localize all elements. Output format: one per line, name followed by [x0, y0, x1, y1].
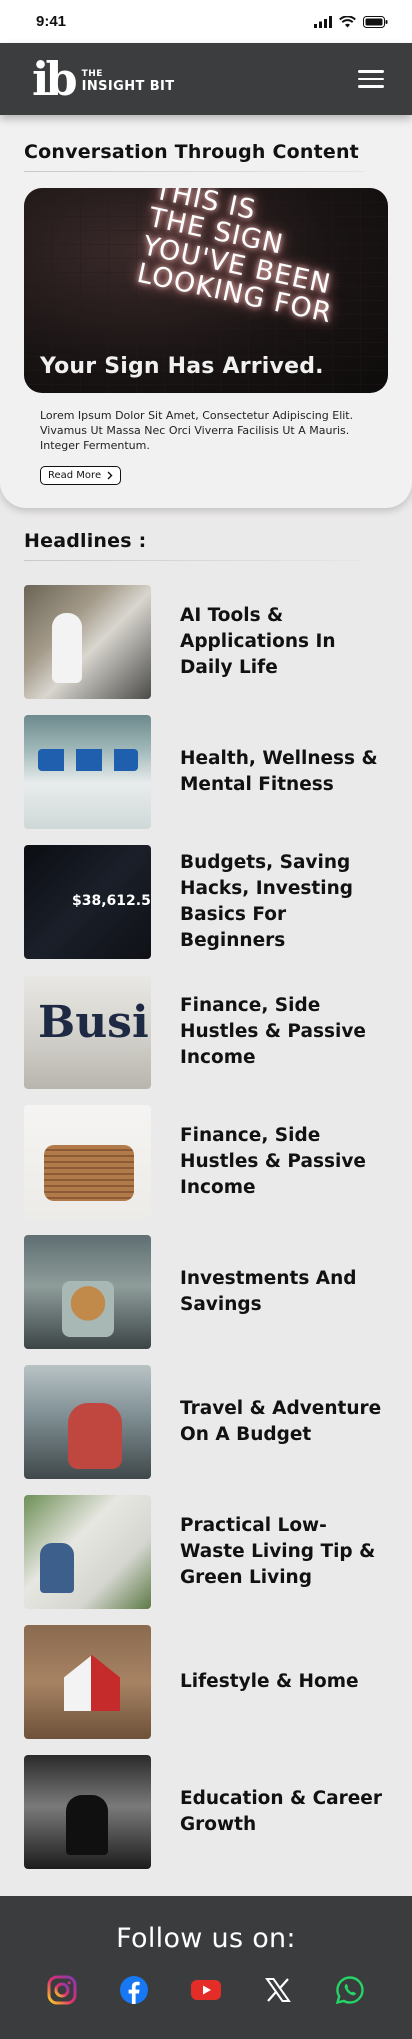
headline-thumbnail	[24, 1105, 151, 1219]
chevron-right-icon	[107, 471, 113, 480]
wifi-icon	[339, 15, 356, 27]
headline-title: Budgets, Saving Hacks, Investing Basics …	[180, 852, 353, 951]
headline-title: Lifestyle & Home	[180, 1671, 359, 1693]
headline-list: AI Tools & Applications In Daily Life He…	[24, 577, 388, 1877]
instagram-icon[interactable]	[46, 1974, 78, 2006]
follow-us-label: Follow us on:	[116, 1923, 296, 1954]
headline-item[interactable]: Finance, Side Hustles & Passive Income	[24, 1097, 388, 1227]
headline-thumbnail	[24, 1235, 151, 1349]
hero-caption: Your Sign Has Arrived.	[40, 354, 324, 379]
site-header: ib THE INSIGHT BIT	[0, 43, 412, 115]
social-links	[46, 1974, 366, 2006]
headline-item[interactable]: Practical Low-Waste Living Tip & Green L…	[24, 1487, 388, 1617]
featured-section-title: Conversation Through Content	[24, 141, 359, 163]
headline-title: AI Tools & Applications In Daily Life	[180, 605, 336, 678]
x-icon[interactable]	[262, 1974, 294, 2006]
battery-icon	[363, 15, 388, 28]
headlines-title: Headlines :	[24, 530, 147, 552]
featured-hero-image[interactable]: THIS IS THE SIGN YOU'VE BEEN LOOKING FOR…	[24, 188, 388, 393]
headlines-section: Headlines : AI Tools & Applications In D…	[0, 508, 412, 1877]
headline-item[interactable]: Health, Wellness & Mental Fitness	[24, 707, 388, 837]
logo-line-2: INSIGHT BIT	[81, 78, 175, 94]
status-time: 9:41	[36, 13, 67, 30]
read-more-label: Read More	[48, 469, 102, 481]
headline-thumbnail	[24, 1625, 151, 1739]
headline-item[interactable]: Investments And Savings	[24, 1227, 388, 1357]
headline-item[interactable]: Finance, Side Hustles & Passive Income	[24, 967, 388, 1097]
divider	[24, 171, 364, 172]
headline-title: Investments And Savings	[180, 1268, 357, 1315]
divider	[24, 560, 364, 561]
signal-icon	[314, 15, 332, 28]
whatsapp-icon[interactable]	[334, 1974, 366, 2006]
headline-title: Health, Wellness & Mental Fitness	[180, 748, 378, 795]
headline-thumbnail	[24, 1495, 151, 1609]
headline-thumbnail	[24, 845, 151, 959]
status-bar: 9:41	[0, 0, 412, 43]
hamburger-menu-icon[interactable]	[358, 70, 384, 88]
headline-title: Travel & Adventure On A Budget	[180, 1398, 382, 1445]
headline-thumbnail	[24, 1365, 151, 1479]
headline-item[interactable]: Education & Career Growth	[24, 1747, 388, 1877]
read-more-button[interactable]: Read More	[40, 465, 122, 485]
headline-title: Finance, Side Hustles & Passive Income	[180, 995, 366, 1068]
headline-thumbnail	[24, 585, 151, 699]
status-icons	[314, 15, 388, 28]
headline-title: Education & Career Growth	[180, 1788, 382, 1835]
headline-thumbnail	[24, 715, 151, 829]
logo-mark: ib	[32, 52, 78, 106]
headline-item[interactable]: Lifestyle & Home	[24, 1617, 388, 1747]
logo-text: THE INSIGHT BIT	[81, 69, 175, 94]
featured-description: Lorem Ipsum Dolor Sit Amet, Consectetur …	[40, 409, 354, 452]
facebook-icon[interactable]	[118, 1974, 150, 2006]
headline-title: Practical Low-Waste Living Tip & Green L…	[180, 1515, 376, 1588]
headline-item[interactable]: Travel & Adventure On A Budget	[24, 1357, 388, 1487]
site-logo[interactable]: ib THE INSIGHT BIT	[32, 56, 175, 102]
headline-thumbnail	[24, 975, 151, 1089]
site-footer: Follow us on:	[0, 1896, 412, 2039]
headline-item[interactable]: AI Tools & Applications In Daily Life	[24, 577, 388, 707]
featured-section: Conversation Through Content THIS IS THE…	[0, 115, 412, 508]
headline-thumbnail	[24, 1755, 151, 1869]
headline-title: Finance, Side Hustles & Passive Income	[180, 1125, 366, 1198]
youtube-icon[interactable]	[190, 1974, 222, 2006]
headline-item[interactable]: Budgets, Saving Hacks, Investing Basics …	[24, 837, 388, 967]
